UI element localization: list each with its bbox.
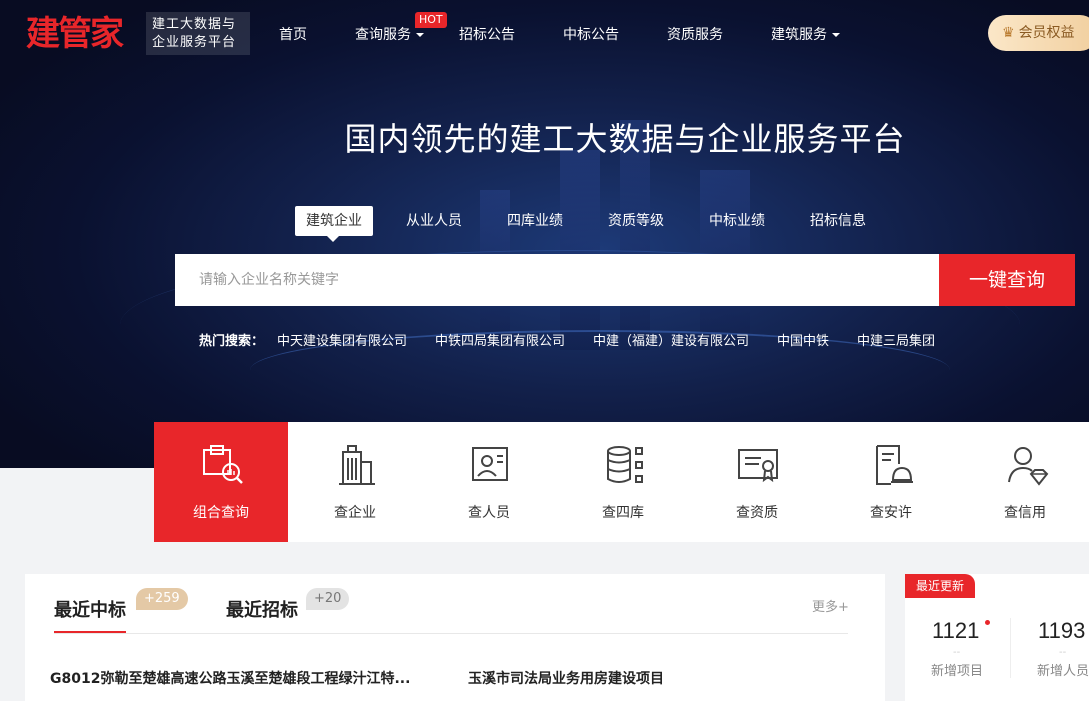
nav-qualification-service[interactable]: 资质服务	[667, 24, 723, 44]
news-item[interactable]: 玉溪市司法局业务用房建设项目	[468, 668, 848, 688]
building-icon	[339, 445, 375, 485]
nav-home[interactable]: 首页	[279, 24, 307, 44]
news-item[interactable]: G8012弥勒至楚雄高速公路玉溪至楚雄段工程绿汁江特...	[50, 668, 435, 688]
member-benefits-label: 会员权益	[1018, 25, 1075, 41]
member-benefits-button[interactable]: ♛ 会员权益	[988, 15, 1089, 51]
tagline-line1: 建工大数据与	[152, 17, 237, 32]
tile-four-lib[interactable]: 查四库	[556, 422, 690, 542]
nav-winning-notice[interactable]: 中标公告	[563, 24, 619, 44]
search-tab-tender[interactable]: 招标信息	[799, 206, 877, 236]
hot-badge: HOT	[415, 12, 447, 28]
chevron-down-icon	[832, 33, 840, 37]
stat-value: 1121	[932, 618, 980, 643]
search-tab-qualification[interactable]: 资质等级	[597, 206, 675, 236]
search-input[interactable]	[175, 254, 940, 306]
hot-search-item[interactable]: 中国中铁	[777, 330, 829, 349]
tile-label: 组合查询	[193, 505, 249, 521]
function-tiles: 组合查询 查企业 查人员 查四库 查资质 查安许 查信用	[154, 422, 1089, 542]
stat-dash: --	[1059, 647, 1067, 658]
news-panel: 最近中标 +259 最近招标 +20 更多+ G8012弥勒至楚雄高速公路玉溪至…	[25, 574, 885, 701]
nav-query-service-label: 查询服务	[355, 27, 411, 43]
search-tab-company[interactable]: 建筑企业	[295, 206, 373, 242]
tile-safety-permit[interactable]: 查安许	[824, 422, 958, 542]
tagline-line2: 企业服务平台	[152, 35, 237, 50]
stat-label: 新增人员	[1037, 664, 1089, 679]
person-card-icon	[472, 447, 508, 481]
count-badge: +259	[136, 588, 188, 610]
tile-credit[interactable]: 查信用	[958, 422, 1089, 542]
nav-construction-service[interactable]: 建筑服务	[771, 24, 840, 44]
certificate-icon	[738, 449, 778, 483]
search-tab-winning[interactable]: 中标业绩	[698, 206, 776, 236]
tab-divider	[54, 633, 848, 634]
recent-update-tag: 最近更新	[905, 574, 976, 598]
stat-dash: --	[953, 647, 961, 658]
hot-search-label: 热门搜索：	[199, 334, 265, 349]
logo[interactable]: 建管家	[26, 14, 124, 54]
search-tab-four-lib[interactable]: 四库业绩	[496, 206, 574, 236]
tile-personnel[interactable]: 查人员	[422, 422, 556, 542]
hot-search-item[interactable]: 中建三局集团	[857, 330, 935, 349]
hot-search-item[interactable]: 中建（福建）建设有限公司	[593, 330, 749, 349]
safety-permit-icon	[876, 445, 913, 485]
count-badge: +20	[306, 588, 350, 610]
tile-combined-query[interactable]: 组合查询	[154, 422, 288, 542]
search-tab-personnel[interactable]: 从业人员	[395, 206, 473, 236]
recent-update-panel: 最近更新 1121 -- 新增项目 1193 -- 新增人员	[905, 574, 1089, 701]
logo-tagline: 建工大数据与 企业服务平台	[146, 12, 250, 55]
hot-search-item[interactable]: 中铁四局集团有限公司	[435, 330, 565, 349]
tab-recent-tender[interactable]: 最近招标	[226, 596, 298, 622]
top-nav: 建管家 建工大数据与 企业服务平台 首页 查询服务 HOT 招标公告 中标公告 …	[0, 0, 1089, 68]
chevron-down-icon	[416, 33, 424, 37]
crown-icon: ♛	[1002, 25, 1015, 41]
stat-value: 1193	[1038, 618, 1086, 643]
tile-label: 查资质	[736, 505, 778, 521]
credit-icon	[1008, 447, 1049, 486]
active-tab-underline	[54, 631, 126, 633]
tile-label: 查企业	[334, 505, 376, 521]
tile-qualification[interactable]: 查资质	[690, 422, 824, 542]
search-button[interactable]: 一键查询	[939, 254, 1075, 306]
tile-company[interactable]: 查企业	[288, 422, 422, 542]
combined-search-icon	[203, 445, 243, 484]
hot-search-item[interactable]: 中天建设集团有限公司	[277, 330, 407, 349]
stat-label: 新增项目	[931, 664, 984, 679]
tile-label: 查人员	[468, 505, 510, 521]
tile-label: 查四库	[602, 505, 644, 521]
database-icon	[607, 446, 643, 483]
tab-recent-winning[interactable]: 最近中标	[54, 596, 126, 622]
tile-label: 查信用	[1004, 505, 1046, 521]
stat-separator	[1010, 618, 1011, 678]
nav-query-service[interactable]: 查询服务	[355, 24, 424, 44]
more-link[interactable]: 更多+	[812, 596, 849, 615]
tile-label: 查安许	[870, 505, 912, 521]
hero-title: 国内领先的建工大数据与企业服务平台	[344, 120, 906, 158]
nav-tender-notice[interactable]: 招标公告	[459, 24, 515, 44]
new-dot	[985, 620, 990, 625]
nav-construction-service-label: 建筑服务	[771, 27, 827, 43]
